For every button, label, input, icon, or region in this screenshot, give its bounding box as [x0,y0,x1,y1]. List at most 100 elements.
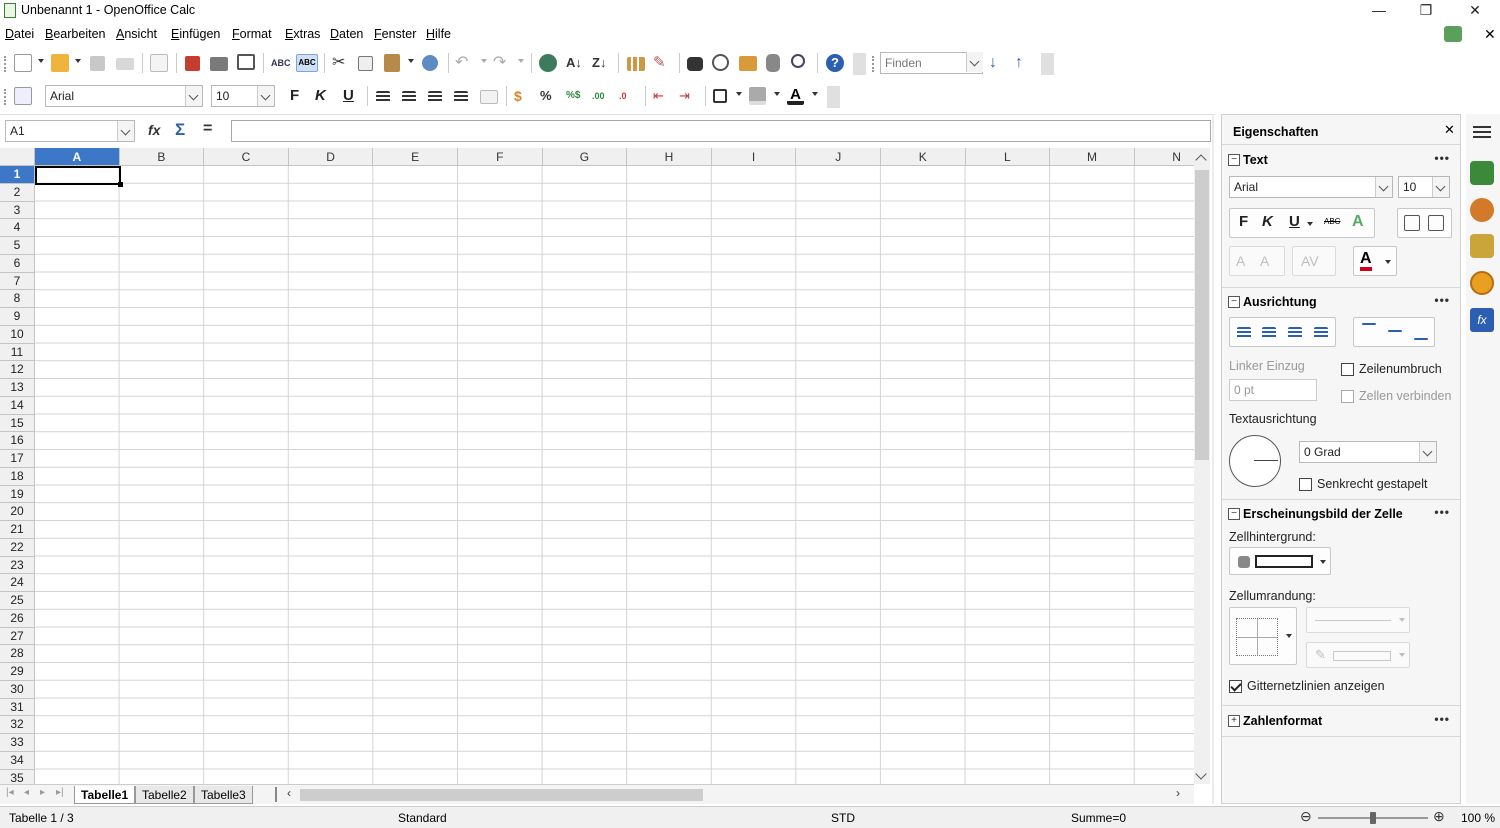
chart-icon[interactable] [627,57,645,71]
minimize-button[interactable]: — [1356,0,1402,22]
font-name-input[interactable]: Arial [45,85,203,107]
column-header-c[interactable]: C [204,148,289,166]
sidebar-font-name-dropdown-icon[interactable] [1375,177,1392,197]
zoom-level[interactable]: 100 % [1461,811,1495,825]
row-header-15[interactable]: 15 [0,414,35,433]
find-toolbar-grip[interactable] [872,56,874,72]
zoom-out-icon[interactable]: ⊖ [1300,808,1312,825]
properties-tab-icon[interactable] [1470,161,1494,185]
add-decimal-icon[interactable]: .00 [592,87,610,105]
indent-input[interactable]: 0 pt [1229,379,1317,401]
find-toolbar-overflow-button[interactable] [1041,53,1054,75]
active-cell-cursor[interactable] [35,166,123,187]
sidebar-align-center-icon[interactable] [1262,327,1276,339]
row-header-5[interactable]: 5 [0,237,35,255]
align-left-icon[interactable] [376,91,390,103]
sheet-tab-3[interactable]: Tabelle3 [194,786,253,804]
cell-background-picker[interactable] [1229,547,1331,575]
column-header-k[interactable]: K [881,148,966,166]
sidebar-italic-button[interactable]: K [1262,213,1273,230]
grow-font-icon[interactable] [1404,215,1420,231]
export-pdf-icon[interactable] [185,56,200,71]
new-dropdown-icon[interactable] [38,59,44,63]
cell-appearance-more-button[interactable]: ••• [1434,505,1450,519]
italic-button[interactable]: K [315,87,326,104]
row-header-9[interactable]: 9 [0,308,35,326]
navigator-tab-icon[interactable] [1470,271,1494,295]
last-sheet-icon[interactable]: ▸| [56,787,64,798]
row-header-28[interactable]: 28 [0,645,35,663]
vertical-scroll-thumb[interactable] [1195,170,1209,460]
underline-button[interactable]: U [343,87,354,104]
sidebar-font-color-icon[interactable]: A [1360,251,1372,271]
rotation-angle-dropdown-icon[interactable] [1419,442,1436,462]
borders-dropdown-icon[interactable] [736,92,742,96]
row-header-16[interactable]: 16 [0,432,35,450]
update-notification-icon[interactable] [1444,26,1462,42]
function-icon[interactable]: = [203,120,212,138]
gallery-icon[interactable] [739,56,757,71]
sidebar-bold-button[interactable]: F [1239,213,1248,230]
borders-icon[interactable] [713,89,727,103]
character-spacing-icon[interactable]: AV [1301,253,1319,269]
menu-format[interactable]: Format [232,27,272,41]
row-header-22[interactable]: 22 [0,538,35,557]
horizontal-scroll-thumb[interactable] [300,789,703,801]
row-header-19[interactable]: 19 [0,485,35,504]
background-color-dropdown-icon[interactable] [774,92,780,96]
row-header-11[interactable]: 11 [0,343,35,362]
row-header-10[interactable]: 10 [0,325,35,344]
column-header-m[interactable]: M [1050,148,1135,166]
sidebar-align-right-icon[interactable] [1288,327,1302,339]
page-style[interactable]: Standard [398,811,447,825]
row-header-29[interactable]: 29 [0,663,35,681]
column-header-n[interactable]: N [1134,148,1194,166]
sidebar-align-left-icon[interactable] [1237,327,1251,339]
decrease-indent-icon[interactable]: ⇤ [653,87,671,105]
row-header-24[interactable]: 24 [0,574,35,592]
align-middle-icon[interactable] [1388,330,1402,332]
number-format-expand-icon[interactable]: + [1228,715,1240,727]
next-sheet-icon[interactable]: ▸ [40,787,45,798]
percent-format-icon[interactable]: % [540,87,558,105]
row-header-12[interactable]: 12 [0,361,35,379]
background-color-icon[interactable] [749,87,766,105]
cell-appearance-collapse-icon[interactable]: − [1228,508,1240,520]
redo-dropdown-icon[interactable] [518,59,524,63]
row-header-18[interactable]: 18 [0,467,35,486]
row-header-4[interactable]: 4 [0,219,35,237]
gallery-tab-icon[interactable] [1470,234,1494,258]
toolbar-grip[interactable] [4,56,6,72]
row-header-23[interactable]: 23 [0,556,35,575]
open-icon[interactable] [51,54,69,72]
sidebar-menu-icon[interactable] [1473,126,1491,140]
find-dropdown-icon[interactable] [966,52,983,72]
align-center-icon[interactable] [402,91,416,103]
menu-extras[interactable]: Extras [285,27,320,41]
row-header-35[interactable]: 35 [0,769,35,784]
font-color-icon[interactable]: A [787,87,804,105]
rotation-dial[interactable] [1229,435,1281,487]
bold-button[interactable]: F [290,87,299,104]
font-name-dropdown-icon[interactable] [185,86,202,106]
email-icon[interactable] [116,58,134,70]
row-header-34[interactable]: 34 [0,751,35,770]
sheet-tab-2[interactable]: Tabelle2 [135,786,194,804]
column-header-i[interactable]: I [711,148,797,166]
close-document-button[interactable]: ✕ [1484,26,1496,43]
row-header-21[interactable]: 21 [0,521,35,539]
cell-border-picker[interactable] [1229,607,1297,665]
formula-input[interactable] [231,120,1211,142]
print-icon[interactable] [210,57,228,71]
scroll-up-icon[interactable] [1195,154,1207,166]
row-header-7[interactable]: 7 [0,272,35,291]
draw-functions-icon[interactable]: ✎ [653,54,671,72]
navigator-icon[interactable] [712,54,729,71]
sidebar-justify-icon[interactable] [1314,327,1328,339]
row-header-27[interactable]: 27 [0,627,35,646]
font-size-input[interactable]: 10 [211,85,275,107]
row-header-13[interactable]: 13 [0,379,35,397]
row-header-3[interactable]: 3 [0,201,35,220]
standard-number-format-icon[interactable]: %$ [566,87,584,105]
row-header-20[interactable]: 20 [0,503,35,521]
